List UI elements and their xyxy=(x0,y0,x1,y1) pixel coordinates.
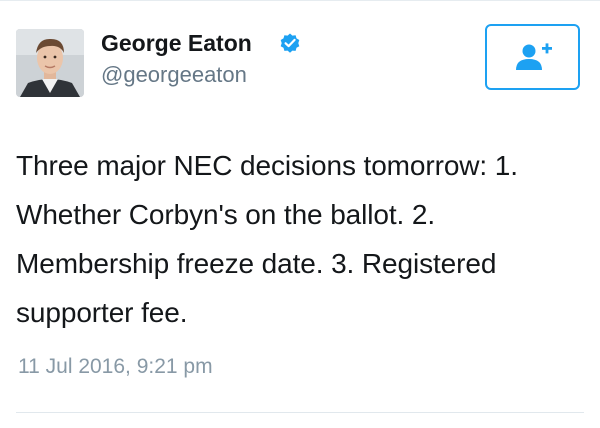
tweet-text: Three major NEC decisions tomorrow: 1. W… xyxy=(16,150,518,328)
author-avatar[interactable] xyxy=(16,29,84,97)
tweet-timestamp[interactable]: 11 Jul 2016, 9:21 pm xyxy=(18,355,213,379)
avatar-photo xyxy=(16,29,84,97)
add-user-icon xyxy=(515,43,552,70)
follow-button[interactable] xyxy=(485,24,580,90)
verified-badge-icon xyxy=(280,33,300,53)
top-divider xyxy=(0,0,600,1)
author-handle[interactable]: @georgeeaton xyxy=(101,62,247,88)
bottom-divider xyxy=(16,412,584,413)
author-name[interactable]: George Eaton xyxy=(101,30,252,57)
tweet-card: George Eaton @georgeeaton Three major NE… xyxy=(0,0,600,428)
